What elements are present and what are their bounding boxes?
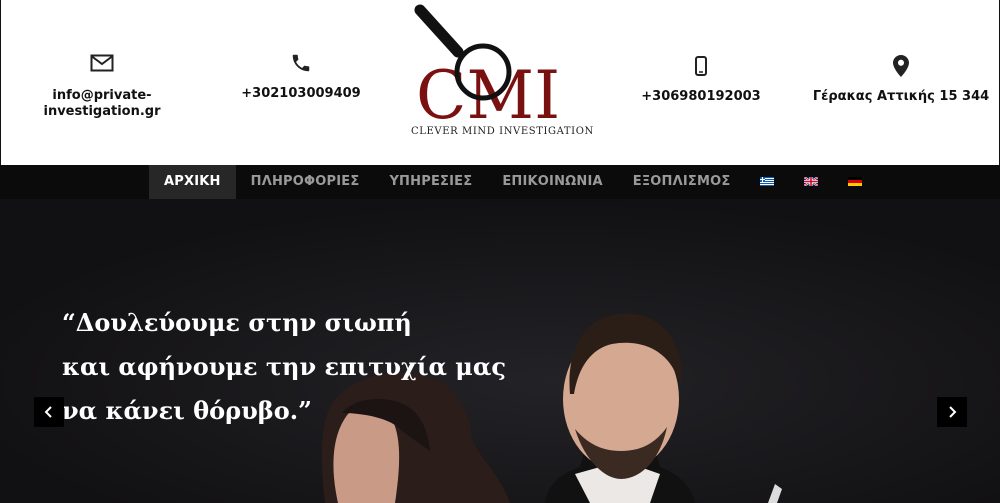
cmi-logo[interactable]: CMI CLEVER MIND INVESTIGATION <box>406 2 601 152</box>
nav-item-services[interactable]: ΥΠΗΡΕΣΙΕΣ <box>374 165 487 199</box>
hero-quote: “Δουλεύουμε στην σιωπή και αφήνουμε την … <box>62 301 506 433</box>
contact-address[interactable]: Γέρακας Αττικής 15 344 <box>806 55 996 105</box>
hero-quote-line-1: “Δουλεύουμε στην σιωπή <box>62 308 412 337</box>
contact-mobile-text[interactable]: +306980192003 <box>606 89 796 105</box>
slider-next-button[interactable] <box>937 397 967 427</box>
nav-item-contact[interactable]: ΕΠΙΚΟΙΝΩΝΙΑ <box>487 165 617 199</box>
contact-email-text[interactable]: info@private- investigation.gr <box>7 88 197 120</box>
nav-item-equipment[interactable]: ΕΞΟΠΛΙΣΜΟΣ <box>618 165 746 199</box>
logo-tagline: CLEVER MIND INVESTIGATION <box>411 126 594 137</box>
nav-item-home[interactable]: ΑΡΧΙΚΗ <box>149 165 236 199</box>
contact-address-text: Γέρακας Αττικής 15 344 <box>812 89 990 104</box>
greek-flag-icon[interactable] <box>760 177 775 186</box>
magnifying-glass-logo-icon: CMI CLEVER MIND INVESTIGATION <box>411 4 594 137</box>
envelope-icon <box>90 54 114 72</box>
main-navigation: ΑΡΧΙΚΗ ΠΛΗΡΟΦΟΡΙΕΣ ΥΠΗΡΕΣΙΕΣ ΕΠΙΚΟΙΝΩΝΙΑ… <box>0 165 1000 199</box>
mobile-phone-icon <box>695 56 707 76</box>
hero-slider: “Δουλεύουμε στην σιωπή και αφήνουμε την … <box>0 199 1000 503</box>
map-marker-icon <box>893 55 909 77</box>
contact-phone-text[interactable]: +302103009409 <box>206 86 396 102</box>
slider-prev-button[interactable] <box>34 397 64 427</box>
contact-mobile[interactable]: +306980192003 <box>606 55 796 105</box>
hero-quote-line-2: και αφήνουμε την επιτυχία μας <box>62 352 506 381</box>
german-flag-icon[interactable] <box>848 177 863 186</box>
phone-icon <box>292 54 310 72</box>
chevron-left-icon <box>44 406 52 418</box>
chevron-right-icon <box>949 406 957 418</box>
contact-email[interactable]: info@private- investigation.gr <box>7 52 197 120</box>
site-header: info@private- investigation.gr +30210300… <box>0 0 1000 165</box>
hero-quote-line-3: να κάνει θόρυβο.” <box>62 396 312 425</box>
contact-phone[interactable]: +302103009409 <box>206 52 396 102</box>
english-flag-icon[interactable] <box>804 177 819 186</box>
nav-item-information[interactable]: ΠΛΗΡΟΦΟΡΙΕΣ <box>236 165 375 199</box>
